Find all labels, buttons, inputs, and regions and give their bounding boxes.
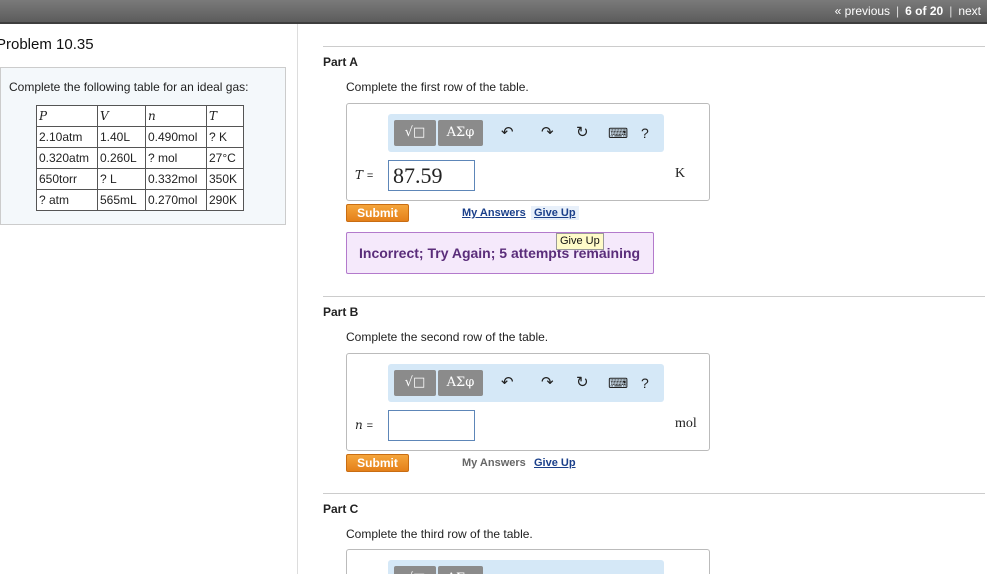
table-row: ? atm 565mL 0.270mol 290K bbox=[36, 189, 244, 211]
divider bbox=[323, 296, 985, 297]
table-cell: ? L bbox=[97, 168, 146, 190]
keyboard-icon[interactable]: ⌨ bbox=[608, 122, 628, 144]
table-cell: 0.270mol bbox=[145, 189, 207, 211]
top-bar: « previous | 6 of 20 | next bbox=[0, 0, 987, 24]
part-a-unit: K bbox=[675, 166, 686, 181]
table-cell: 1.40L bbox=[97, 126, 146, 148]
templates-icon: √□ bbox=[404, 125, 426, 140]
problem-counter: 6 of 20 bbox=[905, 4, 944, 18]
part-a-my-answers-link[interactable]: My Answers bbox=[462, 207, 526, 219]
table-header: P bbox=[36, 105, 98, 127]
part-b-answer-input[interactable] bbox=[388, 410, 475, 441]
reset-icon[interactable]: ↻ bbox=[576, 122, 589, 144]
part-c-answer-box: √□ ΑΣφ bbox=[346, 549, 710, 574]
table-cell: 0.320atm bbox=[36, 147, 98, 169]
part-c-title: Part C bbox=[323, 502, 359, 516]
table-row: 2.10atm 1.40L 0.490mol ? K bbox=[36, 126, 244, 148]
part-a-variable-label: T = bbox=[355, 168, 373, 182]
table-header: V bbox=[97, 105, 146, 127]
divider bbox=[323, 46, 985, 47]
table-cell: 650torr bbox=[36, 168, 98, 190]
keyboard-icon[interactable]: ⌨ bbox=[608, 372, 628, 394]
undo-icon[interactable]: ↶ bbox=[501, 122, 514, 144]
table-row: 650torr ? L 0.332mol 350K bbox=[36, 168, 244, 190]
table-cell: ? K bbox=[206, 126, 244, 148]
reset-icon[interactable]: ↻ bbox=[576, 372, 589, 394]
part-a-submit-button[interactable]: Submit bbox=[346, 204, 409, 222]
undo-icon[interactable]: ↶ bbox=[501, 372, 514, 394]
math-toolbar: √□ ΑΣφ bbox=[388, 560, 664, 574]
variable-symbol: T bbox=[355, 168, 364, 182]
table-cell: 0.260L bbox=[97, 147, 146, 169]
part-a-answer-box: √□ ΑΣφ ↶ ↷ ↻ ⌨ ? T = 87.59 K bbox=[346, 103, 710, 201]
greek-symbols-button[interactable]: ΑΣφ bbox=[438, 370, 483, 396]
part-c-instruction: Complete the third row of the table. bbox=[346, 527, 533, 541]
next-link[interactable]: next bbox=[952, 4, 987, 18]
table-cell: 2.10atm bbox=[36, 126, 98, 148]
previous-link[interactable]: « previous bbox=[829, 4, 896, 18]
table-cell: ? mol bbox=[145, 147, 207, 169]
variable-symbol: n bbox=[355, 418, 363, 432]
part-b-title: Part B bbox=[323, 305, 359, 319]
table-header-row: P V n T bbox=[36, 105, 244, 127]
table-cell: ? atm bbox=[36, 189, 98, 211]
equals-sign: = bbox=[366, 420, 373, 432]
templates-button[interactable]: √□ bbox=[394, 120, 436, 146]
math-toolbar: √□ ΑΣφ ↶ ↷ ↻ ⌨ ? bbox=[388, 114, 664, 152]
part-a-answer-input[interactable]: 87.59 bbox=[388, 160, 475, 191]
part-b-my-answers-link[interactable]: My Answers bbox=[462, 457, 526, 469]
table-header: T bbox=[206, 105, 244, 127]
table-cell: 350K bbox=[206, 168, 244, 190]
problem-panel: Problem 10.35 Complete the following tab… bbox=[0, 24, 298, 574]
help-button[interactable]: ? bbox=[641, 372, 649, 394]
part-a-feedback: Incorrect; Try Again; 5 attempts remaini… bbox=[346, 232, 654, 274]
table-row: 0.320atm 0.260L ? mol 27°C bbox=[36, 147, 244, 169]
part-a-title: Part A bbox=[323, 55, 358, 69]
problem-statement-box: Complete the following table for an idea… bbox=[0, 67, 286, 225]
part-a-give-up-link[interactable]: Give Up bbox=[531, 206, 579, 220]
part-b-give-up-link[interactable]: Give Up bbox=[534, 457, 576, 469]
equals-sign: = bbox=[366, 170, 374, 182]
table-cell: 290K bbox=[206, 189, 244, 211]
help-button[interactable]: ? bbox=[641, 122, 649, 144]
problem-instruction: Complete the following table for an idea… bbox=[9, 80, 249, 94]
ideal-gas-table: P V n T 2.10atm 1.40L 0.490mol ? K 0.320… bbox=[36, 105, 244, 211]
redo-icon[interactable]: ↷ bbox=[541, 122, 554, 144]
templates-button[interactable]: √□ bbox=[394, 370, 436, 396]
divider bbox=[323, 493, 985, 494]
greek-symbols-button[interactable]: ΑΣφ bbox=[438, 120, 483, 146]
part-a-instruction: Complete the first row of the table. bbox=[346, 80, 529, 94]
redo-icon[interactable]: ↷ bbox=[541, 372, 554, 394]
part-b-answer-box: √□ ΑΣφ ↶ ↷ ↻ ⌨ ? n = mol bbox=[346, 353, 710, 451]
give-up-tooltip: Give Up bbox=[556, 233, 604, 250]
table-cell: 565mL bbox=[97, 189, 146, 211]
problem-navigation: « previous | 6 of 20 | next bbox=[829, 4, 987, 18]
table-cell: 0.332mol bbox=[145, 168, 207, 190]
templates-icon: √□ bbox=[404, 375, 426, 390]
table-header: n bbox=[145, 105, 207, 127]
part-b-variable-label: n = bbox=[355, 418, 373, 432]
part-b-submit-button[interactable]: Submit bbox=[346, 454, 409, 472]
part-b-unit: mol bbox=[675, 416, 697, 431]
answer-panel: Part A Complete the first row of the tab… bbox=[299, 24, 987, 574]
table-cell: 0.490mol bbox=[145, 126, 207, 148]
math-toolbar: √□ ΑΣφ ↶ ↷ ↻ ⌨ ? bbox=[388, 364, 664, 402]
table-cell: 27°C bbox=[206, 147, 244, 169]
templates-button[interactable]: √□ bbox=[394, 566, 436, 574]
greek-symbols-button[interactable]: ΑΣφ bbox=[438, 566, 483, 574]
problem-title: Problem 10.35 bbox=[0, 36, 94, 53]
part-b-instruction: Complete the second row of the table. bbox=[346, 330, 549, 344]
